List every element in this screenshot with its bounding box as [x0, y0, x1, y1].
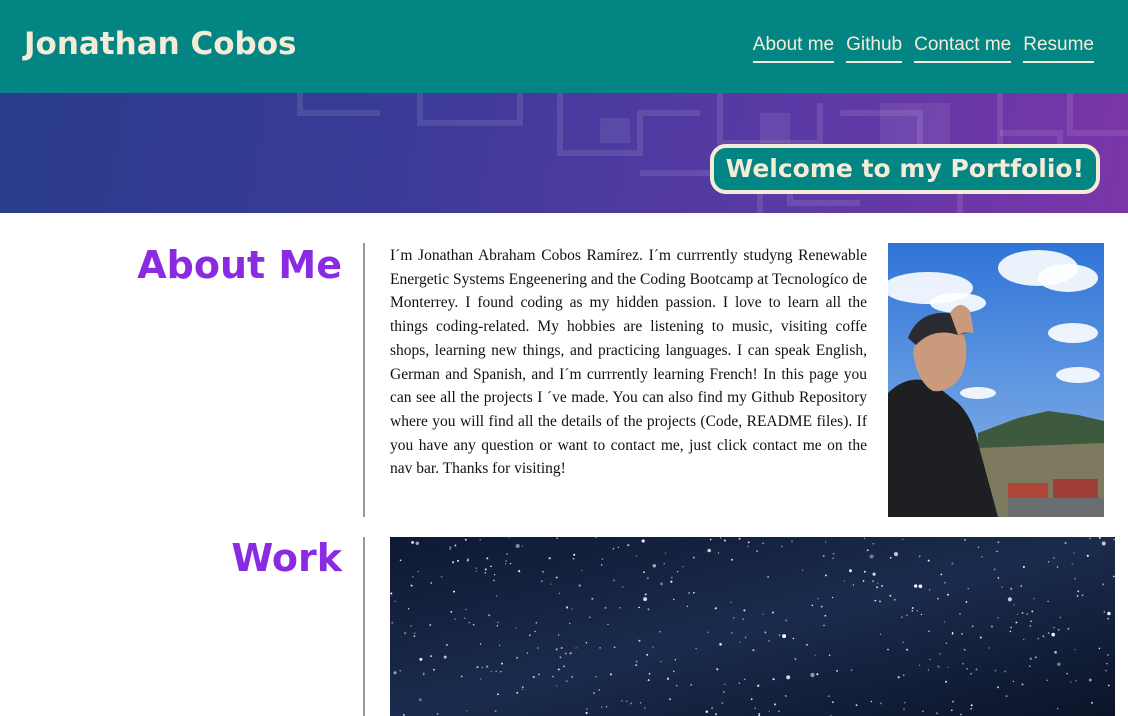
- work-project-image[interactable]: [390, 537, 1115, 716]
- profile-photo-image: [888, 243, 1104, 517]
- nav-resume[interactable]: Resume: [1023, 34, 1094, 63]
- profile-photo: [888, 243, 1104, 517]
- starry-sky-image: [390, 537, 1115, 716]
- hero-banner: Welcome to my Portfolio!: [0, 93, 1128, 213]
- site-title[interactable]: Jonathan Cobos: [24, 26, 296, 62]
- work-heading: Work: [231, 536, 342, 580]
- about-divider: [363, 243, 365, 517]
- about-me-text: I´m Jonathan Abraham Cobos Ramírez. I´m …: [390, 247, 867, 478]
- about-me-heading: About Me: [137, 243, 342, 287]
- main-nav: About me Github Contact me Resume: [752, 34, 1094, 63]
- site-header: Jonathan Cobos About me Github Contact m…: [0, 0, 1128, 93]
- nav-github[interactable]: Github: [846, 34, 903, 63]
- nav-about-me[interactable]: About me: [752, 34, 835, 63]
- nav-contact-me[interactable]: Contact me: [914, 34, 1012, 63]
- work-divider: [363, 537, 365, 716]
- welcome-badge: Welcome to my Portfolio!: [709, 144, 1100, 194]
